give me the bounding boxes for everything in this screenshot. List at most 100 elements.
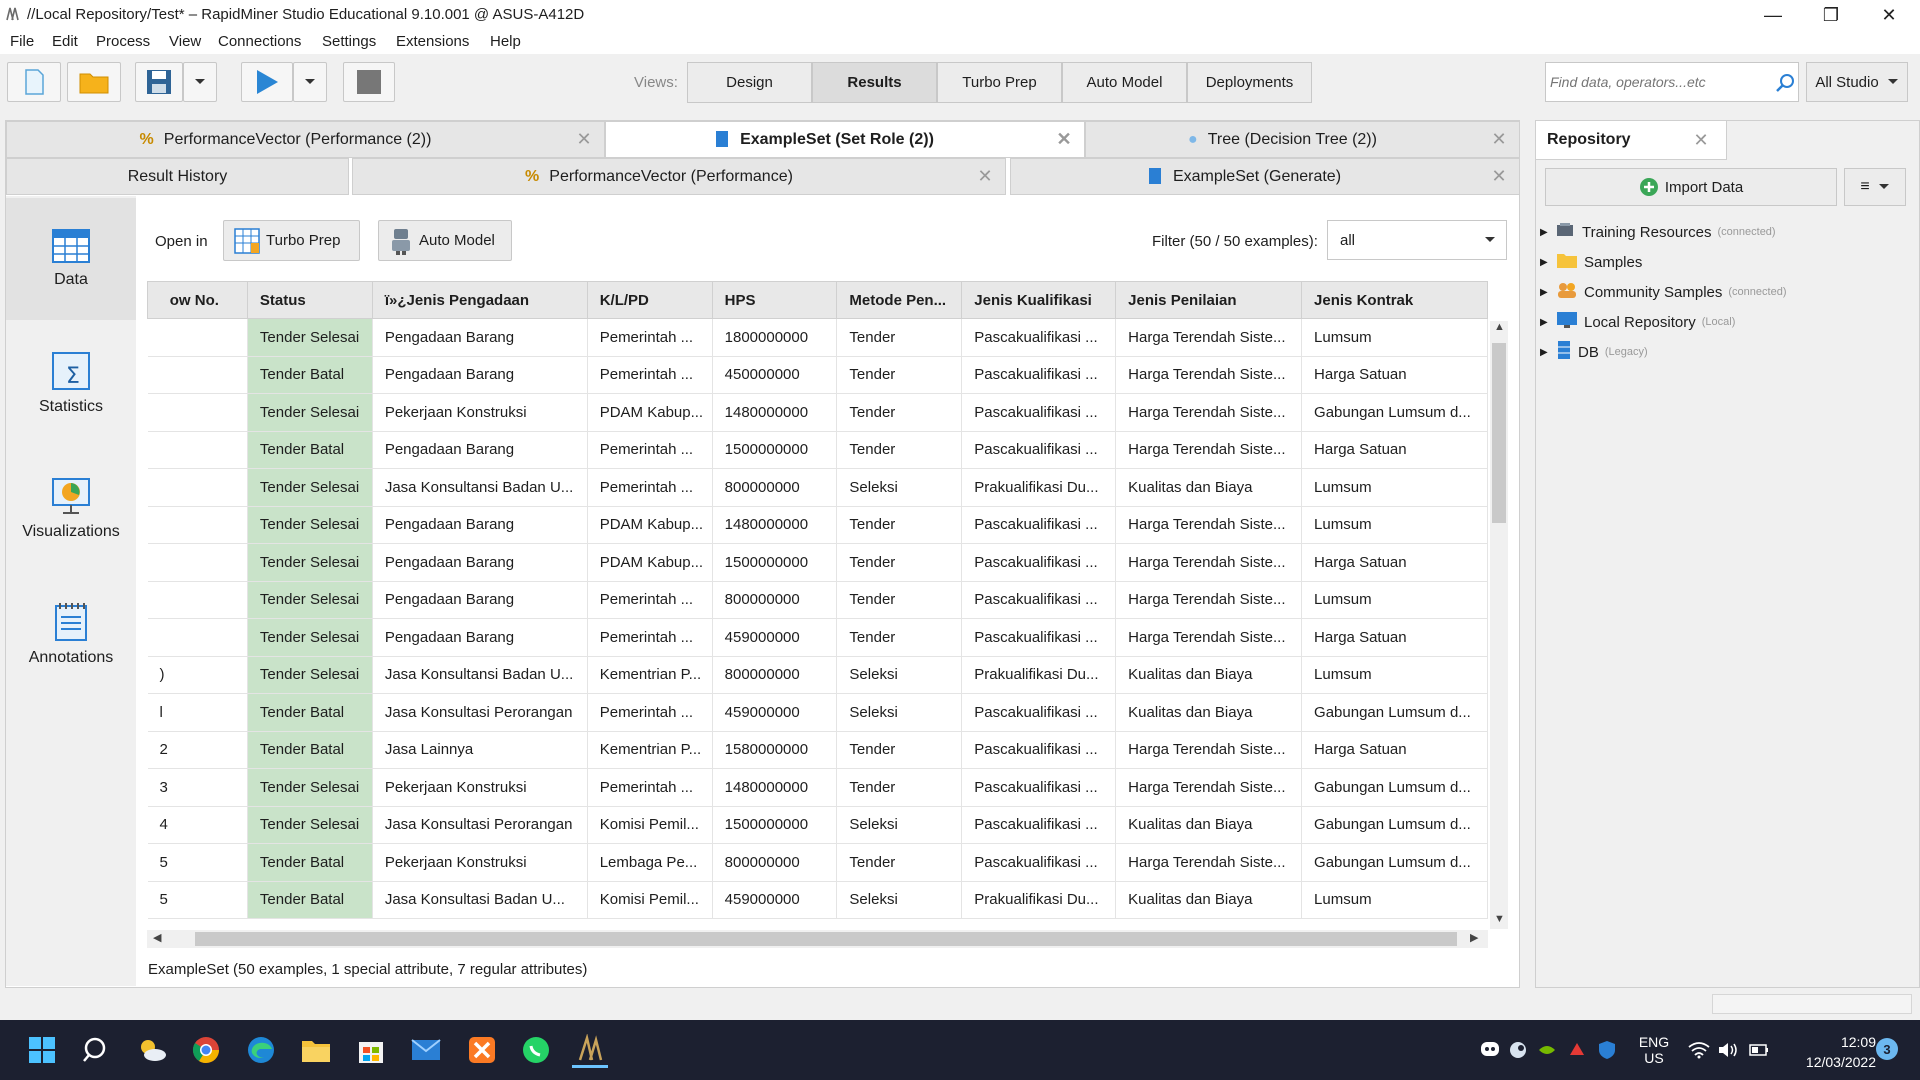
repository-item[interactable]: ▶ DB (Legacy): [1540, 340, 1648, 364]
status-header[interactable]: Status: [246, 281, 373, 319]
table-row[interactable]: Tender Selesai Pengadaan Barang Pemerintah…: [147, 318, 1488, 357]
table-row[interactable]: 3 Tender Selesai Pekerjaan Konstruksi Pemer…: [147, 768, 1488, 807]
hps-header[interactable]: HPS: [711, 281, 838, 319]
volume-icon[interactable]: [1717, 1041, 1739, 1063]
jenis-pengadaan-header[interactable]: ï»¿Jenis Pengadaan: [371, 281, 588, 319]
expand-triangle-icon[interactable]: ▶: [1540, 287, 1550, 298]
view-tab-turbo-prep[interactable]: Turbo Prep: [937, 62, 1062, 103]
table-row[interactable]: Tender Selesai Pengadaan Barang Pemerintah…: [147, 581, 1488, 619]
battery-icon[interactable]: [1748, 1041, 1770, 1063]
menu-settings[interactable]: Settings: [322, 33, 376, 50]
scroll-down-icon[interactable]: ▼: [1494, 913, 1505, 925]
nav-data[interactable]: Data: [6, 198, 136, 320]
chrome-icon[interactable]: [188, 1032, 224, 1068]
menu-help[interactable]: Help: [490, 33, 521, 50]
discord-icon[interactable]: [1480, 1040, 1500, 1060]
search-icon[interactable]: [1775, 73, 1795, 93]
table-row[interactable]: Tender Selesai Pekerjaan Konstruksi PDAM K…: [147, 393, 1488, 432]
menu-file[interactable]: File: [10, 33, 34, 50]
nvidia-icon[interactable]: [1537, 1040, 1559, 1060]
save-dropdown-button[interactable]: [183, 62, 217, 102]
run-button[interactable]: [241, 62, 293, 102]
jenis-kontrak-header[interactable]: Jenis Kontrak: [1301, 281, 1488, 319]
new-process-button[interactable]: [7, 62, 61, 102]
table-row[interactable]: Tender Selesai Jasa Konsultansi Badan U..…: [147, 468, 1488, 507]
expand-triangle-icon[interactable]: ▶: [1540, 257, 1550, 268]
stop-button[interactable]: [343, 62, 395, 102]
table-row[interactable]: l Tender Batal Jasa Konsultasi Perorangan P…: [147, 693, 1488, 732]
view-tab-results[interactable]: Results: [812, 62, 937, 103]
jenis-penilaian-header[interactable]: Jenis Penilaian: [1115, 281, 1303, 319]
table-row[interactable]: 2 Tender Batal Jasa Lainnya Kementrian P...…: [147, 731, 1488, 769]
table-row[interactable]: Tender Selesai Pengadaan Barang PDAM Kabup…: [147, 506, 1488, 544]
notification-badge[interactable]: 3: [1876, 1038, 1898, 1060]
expand-triangle-icon[interactable]: ▶: [1540, 317, 1550, 328]
view-tab-deployments[interactable]: Deployments: [1187, 62, 1312, 103]
expand-triangle-icon[interactable]: ▶: [1540, 227, 1550, 238]
close-tab-icon[interactable]: ✕: [1044, 129, 1084, 150]
wifi-icon[interactable]: [1688, 1041, 1710, 1063]
menu-edit[interactable]: Edit: [52, 33, 78, 50]
repository-menu-button[interactable]: ≡: [1844, 168, 1906, 206]
table-row[interactable]: Tender Batal Pengadaan Barang Pemerintah .…: [147, 431, 1488, 469]
jenis-kualifikasi-header[interactable]: Jenis Kualifikasi: [961, 281, 1117, 319]
horizontal-scrollbar[interactable]: ◀ ▶: [147, 930, 1488, 948]
tab-tree-decision-tree-2[interactable]: ● Tree (Decision Tree (2)) ✕: [1085, 121, 1520, 158]
nav-annotations[interactable]: Annotations: [6, 573, 136, 695]
steam-icon[interactable]: [1508, 1040, 1530, 1060]
search-input[interactable]: [1550, 72, 1765, 92]
weather-icon[interactable]: [134, 1032, 170, 1068]
language-indicator[interactable]: ENG US: [1636, 1034, 1672, 1066]
repository-item[interactable]: ▶ Local Repository (Local): [1540, 310, 1735, 334]
vertical-scroll-thumb[interactable]: [1492, 343, 1506, 523]
start-icon[interactable]: [24, 1032, 60, 1068]
table-row[interactable]: 5 Tender Batal Jasa Konsultasi Badan U... K…: [147, 881, 1488, 919]
vertical-scrollbar[interactable]: ▲ ▼: [1490, 321, 1508, 929]
table-row[interactable]: ) Tender Selesai Jasa Konsultansi Badan U.…: [147, 656, 1488, 694]
repository-tab[interactable]: Repository ✕: [1535, 120, 1727, 160]
row-no-header[interactable]: ow No.: [147, 281, 248, 319]
scroll-left-icon[interactable]: ◀: [153, 931, 161, 944]
menu-extensions[interactable]: Extensions: [396, 33, 469, 50]
view-tab-design[interactable]: Design: [687, 62, 812, 103]
nav-visualizations[interactable]: Visualizations: [6, 448, 136, 570]
close-tab-icon[interactable]: ✕: [1479, 166, 1519, 187]
klpd-header[interactable]: K/L/PD: [586, 281, 713, 319]
close-tab-icon[interactable]: ✕: [1676, 130, 1726, 151]
xampp-icon[interactable]: [464, 1032, 500, 1068]
close-window-button[interactable]: ✕: [1860, 0, 1918, 30]
expand-triangle-icon[interactable]: ▶: [1540, 347, 1550, 358]
minimize-button[interactable]: —: [1744, 0, 1802, 30]
import-data-button[interactable]: Import Data: [1545, 168, 1837, 206]
search-scope-dropdown[interactable]: All Studio: [1806, 62, 1908, 102]
rapidminer-taskbar-icon[interactable]: [572, 1032, 608, 1068]
scroll-right-icon[interactable]: ▶: [1470, 931, 1478, 944]
nav-statistics[interactable]: Σ Statistics: [6, 323, 136, 445]
open-process-button[interactable]: [67, 62, 121, 102]
repository-item[interactable]: ▶ Community Samples (connected): [1540, 280, 1786, 304]
close-tab-icon[interactable]: ✕: [564, 129, 604, 150]
scroll-up-icon[interactable]: ▲: [1494, 321, 1505, 333]
security-shield-icon[interactable]: [1597, 1040, 1619, 1060]
repository-item[interactable]: ▶ Training Resources (connected): [1540, 220, 1776, 244]
whatsapp-icon[interactable]: [518, 1032, 554, 1068]
tab-performance-vector[interactable]: % PerformanceVector (Performance) ✕: [352, 158, 1006, 195]
open-in-auto-model-button[interactable]: Auto Model: [378, 220, 512, 261]
mail-icon[interactable]: [408, 1032, 444, 1068]
restore-button[interactable]: ❐: [1802, 0, 1860, 30]
table-row[interactable]: 4 Tender Selesai Jasa Konsultasi Peroranga…: [147, 806, 1488, 844]
repository-item[interactable]: ▶ Samples: [1540, 250, 1648, 274]
table-row[interactable]: Tender Selesai Pengadaan Barang PDAM Kabup…: [147, 543, 1488, 582]
horizontal-scroll-thumb[interactable]: [195, 932, 1457, 946]
tab-performance-vector-2[interactable]: % PerformanceVector (Performance (2)) ✕: [6, 121, 605, 158]
tab-exampleset-generate[interactable]: ExampleSet (Generate) ✕: [1010, 158, 1520, 195]
run-dropdown-button[interactable]: [293, 62, 327, 102]
store-icon[interactable]: [353, 1032, 389, 1068]
menu-view[interactable]: View: [169, 33, 201, 50]
metode-header[interactable]: Metode Pen...: [836, 281, 963, 319]
edge-icon[interactable]: [243, 1032, 279, 1068]
view-tab-auto-model[interactable]: Auto Model: [1062, 62, 1187, 103]
tab-result-history[interactable]: Result History: [6, 158, 349, 195]
open-in-turbo-prep-button[interactable]: Turbo Prep: [223, 220, 360, 261]
save-button[interactable]: [135, 62, 183, 102]
